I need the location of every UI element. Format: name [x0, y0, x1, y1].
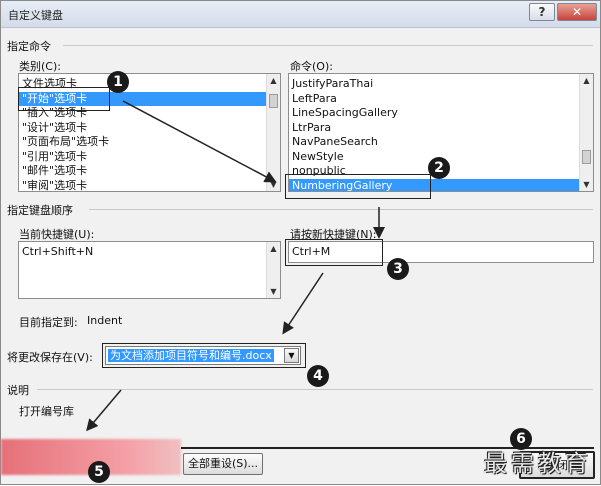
marker-5: 5 — [88, 461, 110, 483]
marker-2: 2 — [428, 157, 450, 179]
watermark: 最需教育 — [484, 451, 592, 477]
arrow-line — [122, 100, 277, 183]
marker-3: 3 — [387, 258, 409, 280]
marker-1: 1 — [107, 71, 129, 93]
marker-4: 4 — [307, 365, 329, 387]
arrow-line — [86, 389, 122, 432]
customize-keyboard-dialog: 自定义键盘 ? ✕ 指定命令 类别(C): 文件选项卡 "开始"选项卡 "插入"… — [0, 0, 601, 485]
arrow-line — [282, 272, 324, 335]
annotation-arrows — [86, 100, 385, 432]
